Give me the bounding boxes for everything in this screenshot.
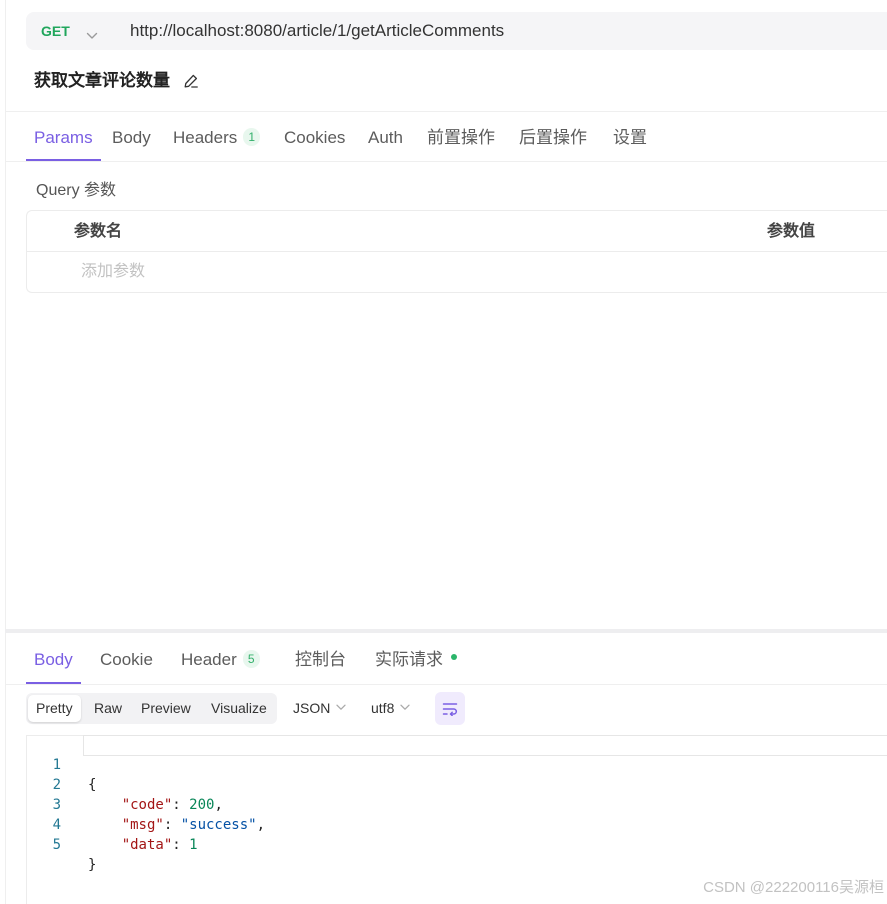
view-pretty-button[interactable]: Pretty xyxy=(28,695,81,722)
wrap-lines-icon xyxy=(442,703,458,716)
response-tab-body[interactable]: Body xyxy=(26,637,81,684)
tab-label: Params xyxy=(34,128,93,147)
tab-pre-processors[interactable]: 前置操作 xyxy=(419,116,503,161)
url-input[interactable]: http://localhost:8080/article/1/getArtic… xyxy=(130,12,504,50)
code-line: 3 "msg": "success", xyxy=(27,775,887,833)
line-number: 5 xyxy=(52,837,61,853)
encoding-label: utf8 xyxy=(371,700,395,716)
pencil-icon[interactable] xyxy=(183,73,199,89)
tab-label: Auth xyxy=(368,128,403,147)
tab-label: 控制台 xyxy=(295,650,346,669)
query-params-table: 参数名 参数值 添加参数 xyxy=(26,210,887,293)
column-header-value: 参数值 xyxy=(767,223,816,240)
column-header-name: 参数名 xyxy=(74,223,123,240)
tab-label: 后置操作 xyxy=(519,128,587,147)
response-tab-cookie[interactable]: Cookie xyxy=(92,637,161,684)
request-url-bar: GET http://localhost:8080/article/1/getA… xyxy=(26,12,887,50)
json-key: "data" xyxy=(121,837,173,853)
header-count-badge: 5 xyxy=(242,650,260,668)
tab-label: Body xyxy=(34,650,73,669)
format-select[interactable]: JSON xyxy=(285,693,354,724)
view-mode-switch: Pretty Raw Preview Visualize xyxy=(26,693,277,724)
api-title: 获取文章评论数量 xyxy=(34,71,170,90)
table-header-row: 参数名 参数值 xyxy=(27,211,887,252)
divider xyxy=(5,684,887,685)
tab-label: Cookie xyxy=(100,650,153,669)
json-colon: : xyxy=(172,837,181,853)
method-select[interactable]: GET xyxy=(41,12,103,50)
tab-headers[interactable]: Headers 1 xyxy=(165,116,268,161)
encoding-select[interactable]: utf8 xyxy=(363,693,418,724)
tab-body[interactable]: Body xyxy=(104,116,159,161)
chevron-down-icon xyxy=(400,704,411,711)
code-line: 1 { xyxy=(27,735,887,793)
status-dot xyxy=(451,654,457,660)
tab-post-processors[interactable]: 后置操作 xyxy=(511,116,595,161)
tab-label: Cookies xyxy=(284,128,346,147)
tab-label: 前置操作 xyxy=(427,128,495,147)
panel-left-border xyxy=(5,0,6,904)
response-tab-actual-request[interactable]: 实际请求 xyxy=(367,637,465,684)
json-value: 1 xyxy=(189,837,198,853)
tab-params[interactable]: Params xyxy=(26,116,101,161)
query-params-heading: Query 参数 xyxy=(36,182,117,199)
response-tab-console[interactable]: 控制台 xyxy=(287,637,354,684)
add-param-input[interactable]: 添加参数 xyxy=(81,252,145,292)
chevron-down-icon xyxy=(86,27,98,39)
code-text: } xyxy=(88,855,96,875)
headers-count-badge: 1 xyxy=(243,128,261,146)
tab-label: 实际请求 xyxy=(375,650,443,669)
tab-label: Body xyxy=(112,128,151,147)
divider xyxy=(5,161,887,162)
tab-auth[interactable]: Auth xyxy=(360,116,411,161)
format-label: JSON xyxy=(293,700,331,716)
tab-label: Headers xyxy=(173,128,238,147)
panel-splitter[interactable] xyxy=(5,629,887,633)
divider xyxy=(5,111,887,112)
tab-label: Header xyxy=(181,650,237,669)
json-close-brace: } xyxy=(88,857,97,873)
code-line: 4 "data": 1 xyxy=(27,795,887,853)
response-tab-header[interactable]: Header 5 xyxy=(173,637,268,684)
code-text: "data": 1 xyxy=(122,835,198,855)
tab-cookies[interactable]: Cookies xyxy=(276,116,353,161)
wrap-lines-toggle[interactable] xyxy=(435,692,465,725)
view-raw-button[interactable]: Raw xyxy=(86,695,130,722)
chevron-down-icon xyxy=(336,704,346,711)
tab-settings[interactable]: 设置 xyxy=(605,116,655,161)
tab-label: 设置 xyxy=(613,128,647,147)
view-preview-button[interactable]: Preview xyxy=(133,695,199,722)
watermark: CSDN @222200116吴源桓 xyxy=(703,879,884,896)
code-line: 2 "code": 200, xyxy=(27,755,887,813)
method-label: GET xyxy=(41,23,70,39)
view-visualize-button[interactable]: Visualize xyxy=(203,695,275,722)
code-line: 5 } xyxy=(27,815,887,873)
